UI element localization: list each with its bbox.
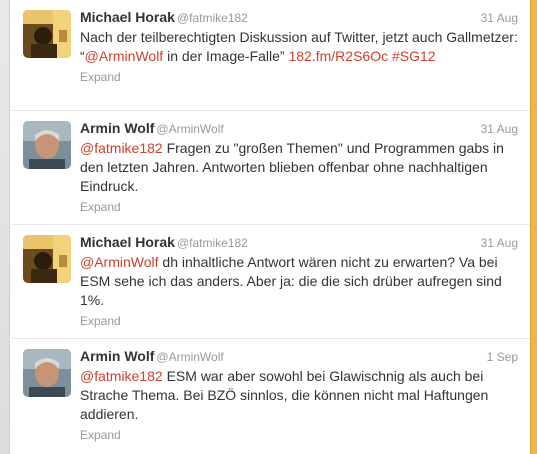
tweet-item[interactable]: Michael Horak @fatmike182 31 Aug Nach der t…: [11, 0, 530, 111]
tweet-timeline: Michael Horak @fatmike182 31 Aug Nach der t…: [11, 0, 530, 454]
expand-link[interactable]: Expand: [80, 428, 121, 442]
tweet-timestamp[interactable]: 31 Aug: [481, 236, 518, 250]
tweet-header: Armin Wolf @ArminWolf 31 Aug: [80, 120, 518, 139]
author-fullname[interactable]: Armin Wolf: [80, 120, 154, 136]
author-screenname[interactable]: @fatmike182: [177, 11, 248, 25]
michael-horak-avatar[interactable]: [23, 10, 71, 58]
author-fullname[interactable]: Michael Horak: [80, 234, 175, 250]
author-fullname[interactable]: Michael Horak: [80, 9, 175, 25]
author-screenname[interactable]: @ArminWolf: [156, 122, 223, 136]
tweet-text-segment: in der Image-Falle”: [163, 48, 289, 64]
tweet-item[interactable]: Armin Wolf @ArminWolf 31 Aug @fatmike182 Fr…: [11, 111, 530, 225]
tweet-link[interactable]: @fatmike182: [80, 140, 163, 156]
right-accent-strip: [530, 0, 537, 454]
tweet-text: Nach der teilberechtigten Diskussion auf…: [80, 28, 518, 66]
tweet-header: Michael Horak @fatmike182 31 Aug: [80, 9, 518, 28]
tweet-link[interactable]: @ArminWolf: [80, 254, 159, 270]
tweet-text: @ArminWolf dh inhaltliche Antwort wären …: [80, 253, 518, 310]
author-screenname[interactable]: @fatmike182: [177, 236, 248, 250]
armin-wolf-avatar[interactable]: [23, 349, 71, 397]
tweet-link[interactable]: @fatmike182: [80, 368, 163, 384]
tweet-item[interactable]: Armin Wolf @ArminWolf 1 Sep @fatmike182 ESM…: [11, 339, 530, 454]
tweet-header: Michael Horak @fatmike182 31 Aug: [80, 234, 518, 253]
tweet-header: Armin Wolf @ArminWolf 1 Sep: [80, 348, 518, 367]
armin-wolf-avatar[interactable]: [23, 121, 71, 169]
tweet-text: @fatmike182 ESM war aber sowohl bei Glaw…: [80, 367, 518, 424]
michael-horak-avatar[interactable]: [23, 235, 71, 283]
tweet-link[interactable]: 182.fm/R2S6Oc: [288, 48, 388, 64]
tweet-timestamp[interactable]: 1 Sep: [487, 350, 518, 364]
expand-link[interactable]: Expand: [80, 70, 121, 84]
tweet-text: @fatmike182 Fragen zu "großen Themen" un…: [80, 139, 518, 196]
expand-link[interactable]: Expand: [80, 314, 121, 328]
left-background-strip: [0, 0, 10, 454]
tweet-timestamp[interactable]: 31 Aug: [481, 11, 518, 25]
tweet-link[interactable]: #SG12: [392, 48, 436, 64]
tweet-item[interactable]: Michael Horak @fatmike182 31 Aug @ArminWolf…: [11, 225, 530, 339]
tweet-timestamp[interactable]: 31 Aug: [481, 122, 518, 136]
expand-link[interactable]: Expand: [80, 200, 121, 214]
tweet-link[interactable]: @ArminWolf: [85, 48, 164, 64]
author-screenname[interactable]: @ArminWolf: [156, 350, 223, 364]
author-fullname[interactable]: Armin Wolf: [80, 348, 154, 364]
